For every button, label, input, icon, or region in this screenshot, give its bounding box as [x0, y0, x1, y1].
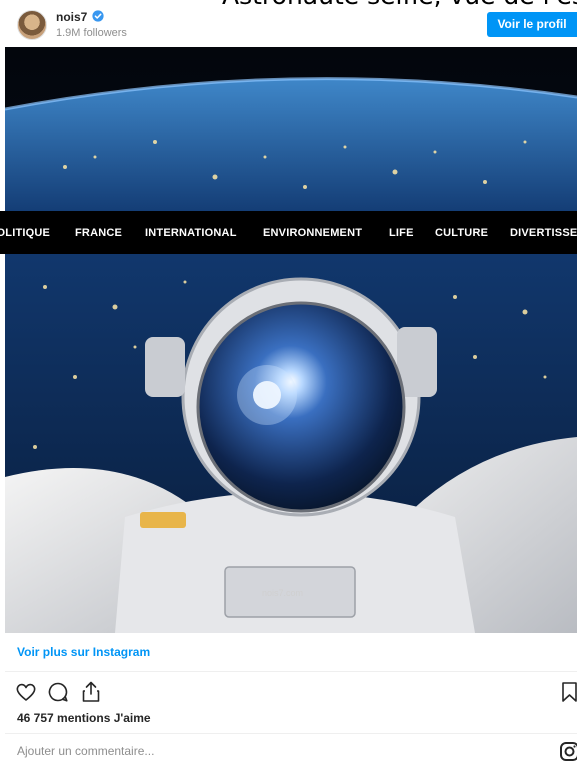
comment-icon[interactable] — [47, 681, 69, 703]
nav-item-politique[interactable]: POLITIQUE — [0, 227, 50, 239]
see-more-on-instagram-link[interactable]: Voir plus sur Instagram — [17, 645, 150, 659]
verified-badge-icon — [92, 10, 104, 22]
share-icon[interactable] — [80, 680, 102, 703]
nav-item-international[interactable]: INTERNATIONAL — [145, 227, 237, 239]
site-nav-bar: POLITIQUE FRANCE INTERNATIONAL ENVIRONNE… — [0, 211, 577, 254]
likes-count: 46 757 mentions J'aime — [17, 711, 151, 725]
instagram-icon[interactable] — [559, 741, 577, 761]
view-profile-button[interactable]: Voir le profil — [487, 12, 577, 37]
heart-icon[interactable] — [15, 682, 37, 702]
nav-item-france[interactable]: FRANCE — [75, 227, 122, 239]
username[interactable]: nois7 — [56, 10, 87, 24]
image-watermark: nois7.com — [262, 588, 304, 598]
avatar[interactable] — [17, 10, 47, 40]
nav-item-life[interactable]: LIFE — [389, 227, 414, 239]
post-header: nois7 1.9M followers Voir le profil — [0, 0, 577, 47]
divider — [5, 733, 577, 734]
post-photo[interactable]: nois7.com — [5, 47, 577, 633]
followers-count: 1.9M followers — [56, 27, 127, 39]
nav-item-culture[interactable]: CULTURE — [435, 227, 488, 239]
nav-item-divertissement[interactable]: DIVERTISSEMENT — [510, 227, 577, 239]
astronaut-selfie-image — [5, 47, 577, 633]
bookmark-icon[interactable] — [560, 681, 577, 703]
divider — [5, 671, 577, 672]
nav-item-environnement[interactable]: ENVIRONNEMENT — [263, 227, 362, 239]
add-comment-field[interactable]: Ajouter un commentaire... — [17, 744, 154, 758]
